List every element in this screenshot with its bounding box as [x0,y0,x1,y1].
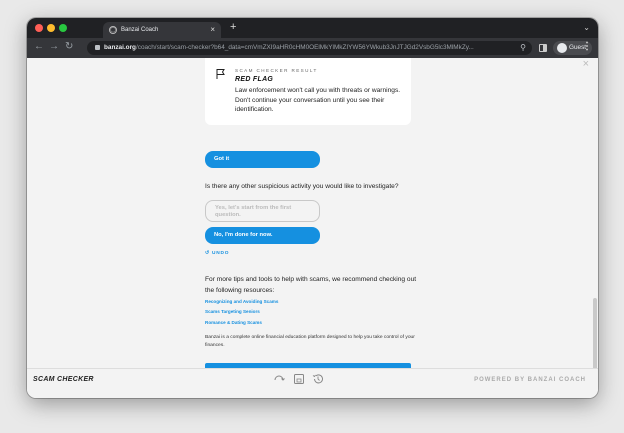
browser-tab[interactable]: ◯ Banzai Coach × [103,22,221,38]
maximize-window-button[interactable] [59,24,67,32]
url-path: /coach/start/scam-checker?b64_data=cmVmZ… [135,44,474,51]
lock-icon [95,45,100,50]
close-coach-icon[interactable]: × [583,58,589,70]
history-icon[interactable] [312,373,324,385]
footer-brand: SCAM CHECKER [33,376,94,383]
title-bar: ◯ Banzai Coach × + ⌄ [27,18,598,38]
page-content: × SCAM CHECKER RESULT RED FLAG Law enfor… [27,58,598,398]
resource-link-seniors-scams[interactable]: Scams Targeting Seniors [205,309,260,314]
restart-icon[interactable] [273,373,285,385]
resource-link-romance-scams[interactable]: Romance & Dating Scams [205,320,262,325]
page-scrollbar[interactable] [593,298,597,373]
flag-icon [216,69,225,79]
got-it-button[interactable]: Got it [205,151,320,168]
tab-search-chevron-icon[interactable]: ⌄ [583,23,590,32]
result-title: RED FLAG [235,76,274,83]
start-over-option-button[interactable]: Yes, let's start from the first question… [205,200,320,222]
follow-up-question: Is there any other suspicious activity y… [205,183,399,190]
site-favicon-icon: ◯ [109,26,117,34]
undo-label: UNDO [211,251,230,256]
close-window-button[interactable] [35,24,43,32]
result-body: Law enforcement won't call you with thre… [235,87,401,113]
tab-title: Banzai Coach [121,27,159,33]
result-kicker: SCAM CHECKER RESULT [235,68,318,73]
minimize-window-button[interactable] [47,24,55,32]
resources-intro: For more tips and tools to help with sca… [205,276,417,294]
zoom-magnifier-icon[interactable]: ⚲ [520,41,526,55]
side-panel-icon[interactable] [539,44,547,52]
browser-menu-icon[interactable]: ⋮ [582,41,592,52]
banzai-description: Banzai is a complete online financial ed… [205,335,415,348]
powered-by-label: POWERED BY BANZAI COACH [474,377,586,383]
close-tab-icon[interactable]: × [210,25,215,34]
new-tab-icon[interactable]: + [230,21,236,33]
coach-footer: SCAM CHECKER POWERED BY BANZAI COACH [27,368,598,390]
reload-icon[interactable]: ↻ [65,41,73,52]
save-icon[interactable] [293,373,305,385]
profile-avatar-icon [557,43,567,53]
browser-window: ◯ Banzai Coach × + ⌄ ← → ↻ banzai.org/co… [27,18,598,398]
address-bar[interactable]: banzai.org/coach/start/scam-checker?b64_… [87,41,532,55]
url-domain: banzai.org [104,44,136,51]
done-option-button[interactable]: No, I'm done for now. [205,227,320,244]
back-arrow-icon[interactable]: ← [34,41,44,52]
browser-toolbar: ← → ↻ banzai.org/coach/start/scam-checke… [27,38,598,58]
resource-link-recognizing-scams[interactable]: Recognizing and Avoiding Scams [205,299,278,304]
scam-result-card: SCAM CHECKER RESULT RED FLAG Law enforce… [205,58,411,125]
forward-arrow-icon[interactable]: → [49,41,59,52]
undo-link[interactable]: ↺ UNDO [205,251,229,256]
